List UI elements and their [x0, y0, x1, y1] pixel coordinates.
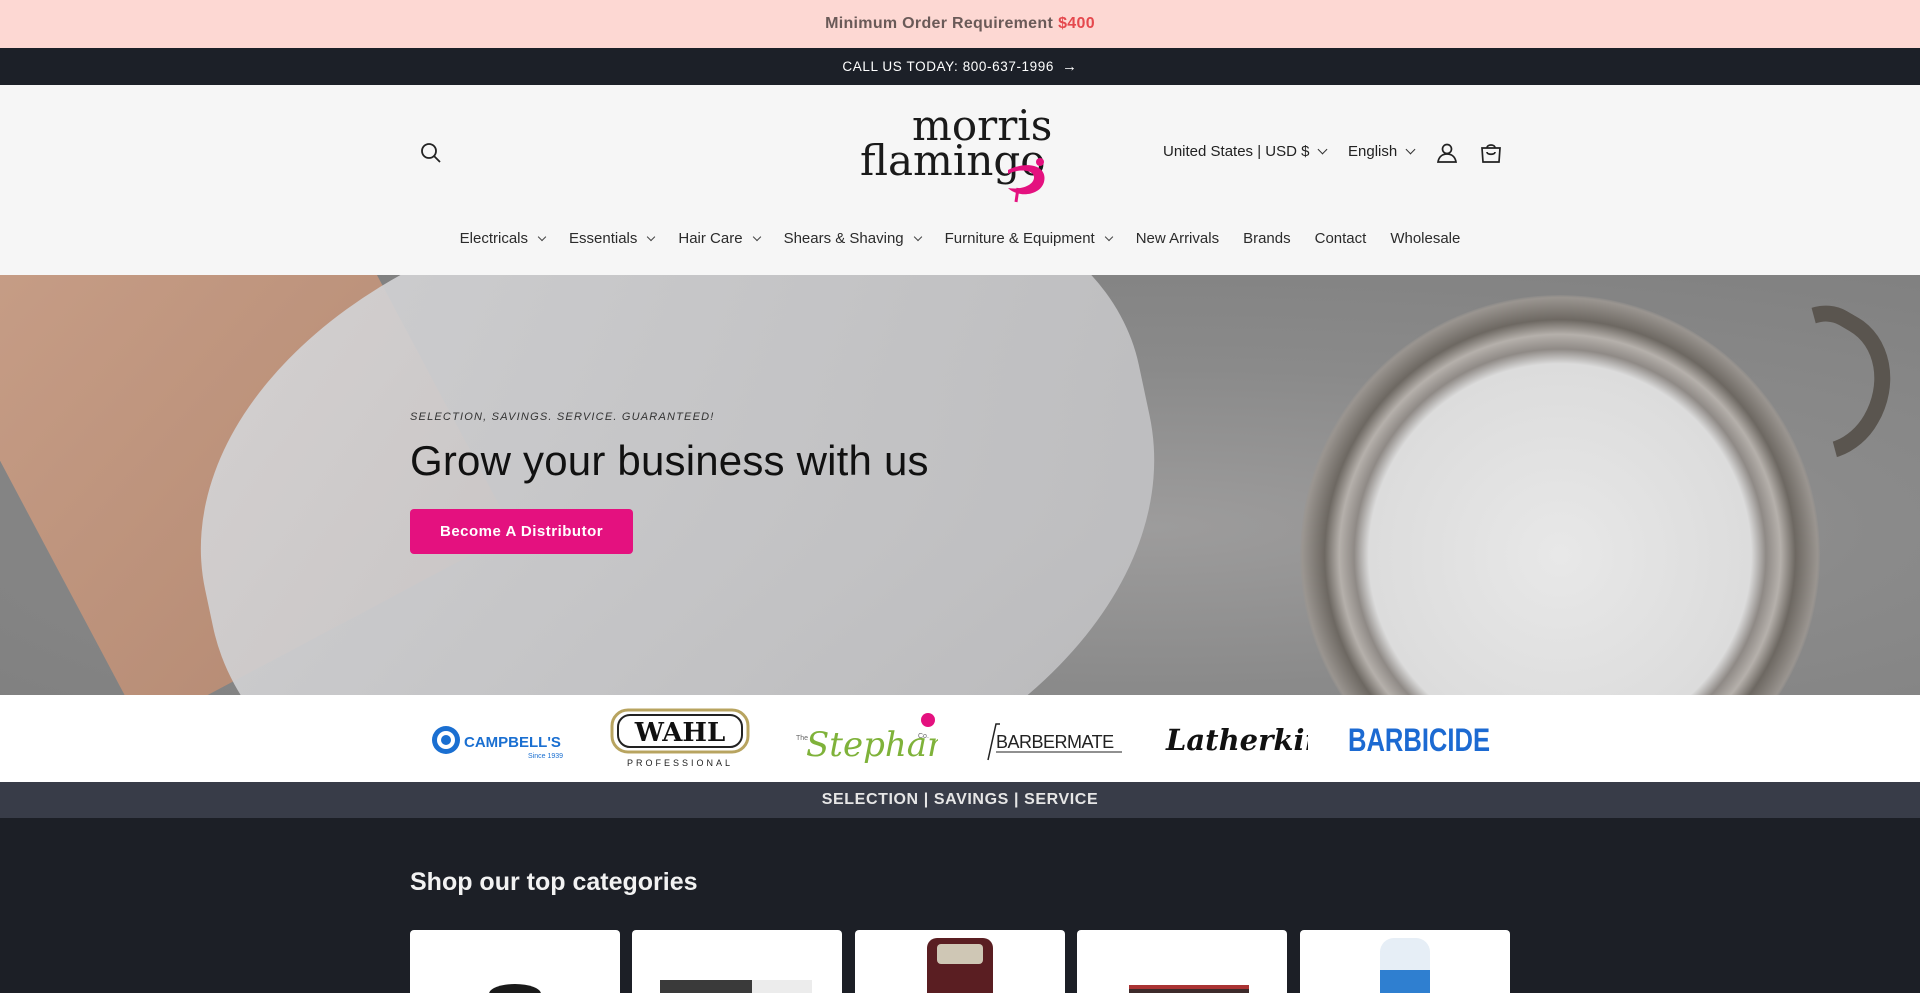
- svg-text:WAHL: WAHL: [634, 718, 726, 748]
- chevron-down-icon: [537, 232, 547, 241]
- nav-item-furniture-equipment[interactable]: Furniture & Equipment: [933, 230, 1124, 247]
- hero-title: Grow your business with us: [410, 437, 929, 484]
- category-card[interactable]: [855, 930, 1065, 993]
- brand-logo-stephan[interactable]: The Stephan Co.: [792, 710, 938, 768]
- svg-text:Since 1939: Since 1939: [528, 753, 563, 760]
- chevron-down-icon: [752, 232, 761, 241]
- announcement-text: Minimum Order Requirement: [825, 15, 1054, 32]
- locale-label: United States | USD $: [1163, 143, 1310, 160]
- chevron-down-icon: [1104, 232, 1113, 241]
- arrow-right-icon: →: [1061, 58, 1078, 75]
- account-icon[interactable]: [1434, 140, 1460, 166]
- language-label: English: [1348, 143, 1398, 160]
- brand-logo-latherking[interactable]: Latherking: [1162, 710, 1308, 768]
- svg-text:PROFESSIONAL: PROFESSIONAL: [627, 758, 733, 768]
- category-card[interactable]: [1300, 930, 1510, 993]
- announcement-bar: Minimum Order Requirement $400: [0, 0, 1920, 48]
- chevron-down-icon: [913, 232, 922, 241]
- brand-logo-barbermate[interactable]: BARBERMATE: [978, 710, 1124, 768]
- brand-logo-campbells[interactable]: CAMPBELL'S Since 1939: [424, 710, 564, 768]
- site-logo[interactable]: morris flamingo: [858, 100, 1064, 204]
- hero-banner: SELECTION, SAVINGS. SERVICE. GUARANTEED!…: [0, 275, 1920, 695]
- hero-content: SELECTION, SAVINGS. SERVICE. GUARANTEED!…: [410, 411, 929, 554]
- call-bar[interactable]: CALL US TODAY: 800-637-1996 →: [0, 48, 1920, 85]
- logo-text-bottom: flamingo: [860, 136, 1046, 185]
- country-currency-selector[interactable]: United States | USD $: [1163, 143, 1328, 160]
- nav-item-electricals[interactable]: Electricals: [448, 230, 557, 247]
- service-strip: SELECTION | SAVINGS | SERVICE: [0, 782, 1920, 818]
- site-header: morris flamingo United States | USD $ En…: [0, 85, 1920, 275]
- nav-item-shears-shaving[interactable]: Shears & Shaving: [772, 230, 933, 247]
- svg-text:Stephan: Stephan: [806, 725, 938, 765]
- main-nav: Electricals Essentials Hair Care Shears …: [0, 230, 1920, 247]
- category-card[interactable]: [410, 930, 620, 993]
- categories-title: Shop our top categories: [410, 868, 698, 896]
- search-icon[interactable]: [418, 140, 444, 166]
- category-card[interactable]: [632, 930, 842, 993]
- category-card[interactable]: [1077, 930, 1287, 993]
- brand-logos-strip: CAMPBELL'S Since 1939 WAHL PROFESSIONAL …: [0, 695, 1920, 782]
- svg-text:BARBERMATE: BARBERMATE: [996, 732, 1114, 752]
- service-strip-text: SELECTION | SAVINGS | SERVICE: [821, 791, 1099, 808]
- nav-item-contact[interactable]: Contact: [1303, 230, 1379, 247]
- brand-logo-barbicide[interactable]: BARBICIDE: [1346, 710, 1492, 768]
- call-text[interactable]: CALL US TODAY: 800-637-1996: [842, 59, 1054, 74]
- svg-text:CAMPBELL'S: CAMPBELL'S: [464, 734, 561, 751]
- svg-text:BARBICIDE: BARBICIDE: [1348, 722, 1490, 758]
- announcement-amount: $400: [1058, 15, 1095, 32]
- nav-item-essentials[interactable]: Essentials: [557, 230, 666, 247]
- chevron-down-icon: [647, 232, 656, 241]
- hero-tagline: SELECTION, SAVINGS. SERVICE. GUARANTEED!: [410, 411, 715, 423]
- hero-decor-cup: [1300, 295, 1820, 695]
- chevron-down-icon: [1405, 144, 1416, 155]
- svg-text:Latherking: Latherking: [1165, 723, 1308, 757]
- chevron-down-icon: [1318, 144, 1328, 155]
- become-distributor-button[interactable]: Become A Distributor: [410, 509, 634, 554]
- nav-item-brands[interactable]: Brands: [1231, 230, 1303, 247]
- cart-icon[interactable]: [1478, 140, 1504, 166]
- nav-item-wholesale[interactable]: Wholesale: [1378, 230, 1472, 247]
- svg-text:Co.: Co.: [918, 733, 929, 740]
- language-selector[interactable]: English: [1348, 143, 1416, 160]
- brand-logo-wahl[interactable]: WAHL PROFESSIONAL: [608, 708, 754, 768]
- nav-item-hair-care[interactable]: Hair Care: [666, 230, 771, 247]
- top-categories-section: Shop our top categories: [0, 818, 1920, 993]
- nav-item-new-arrivals[interactable]: New Arrivals: [1124, 230, 1231, 247]
